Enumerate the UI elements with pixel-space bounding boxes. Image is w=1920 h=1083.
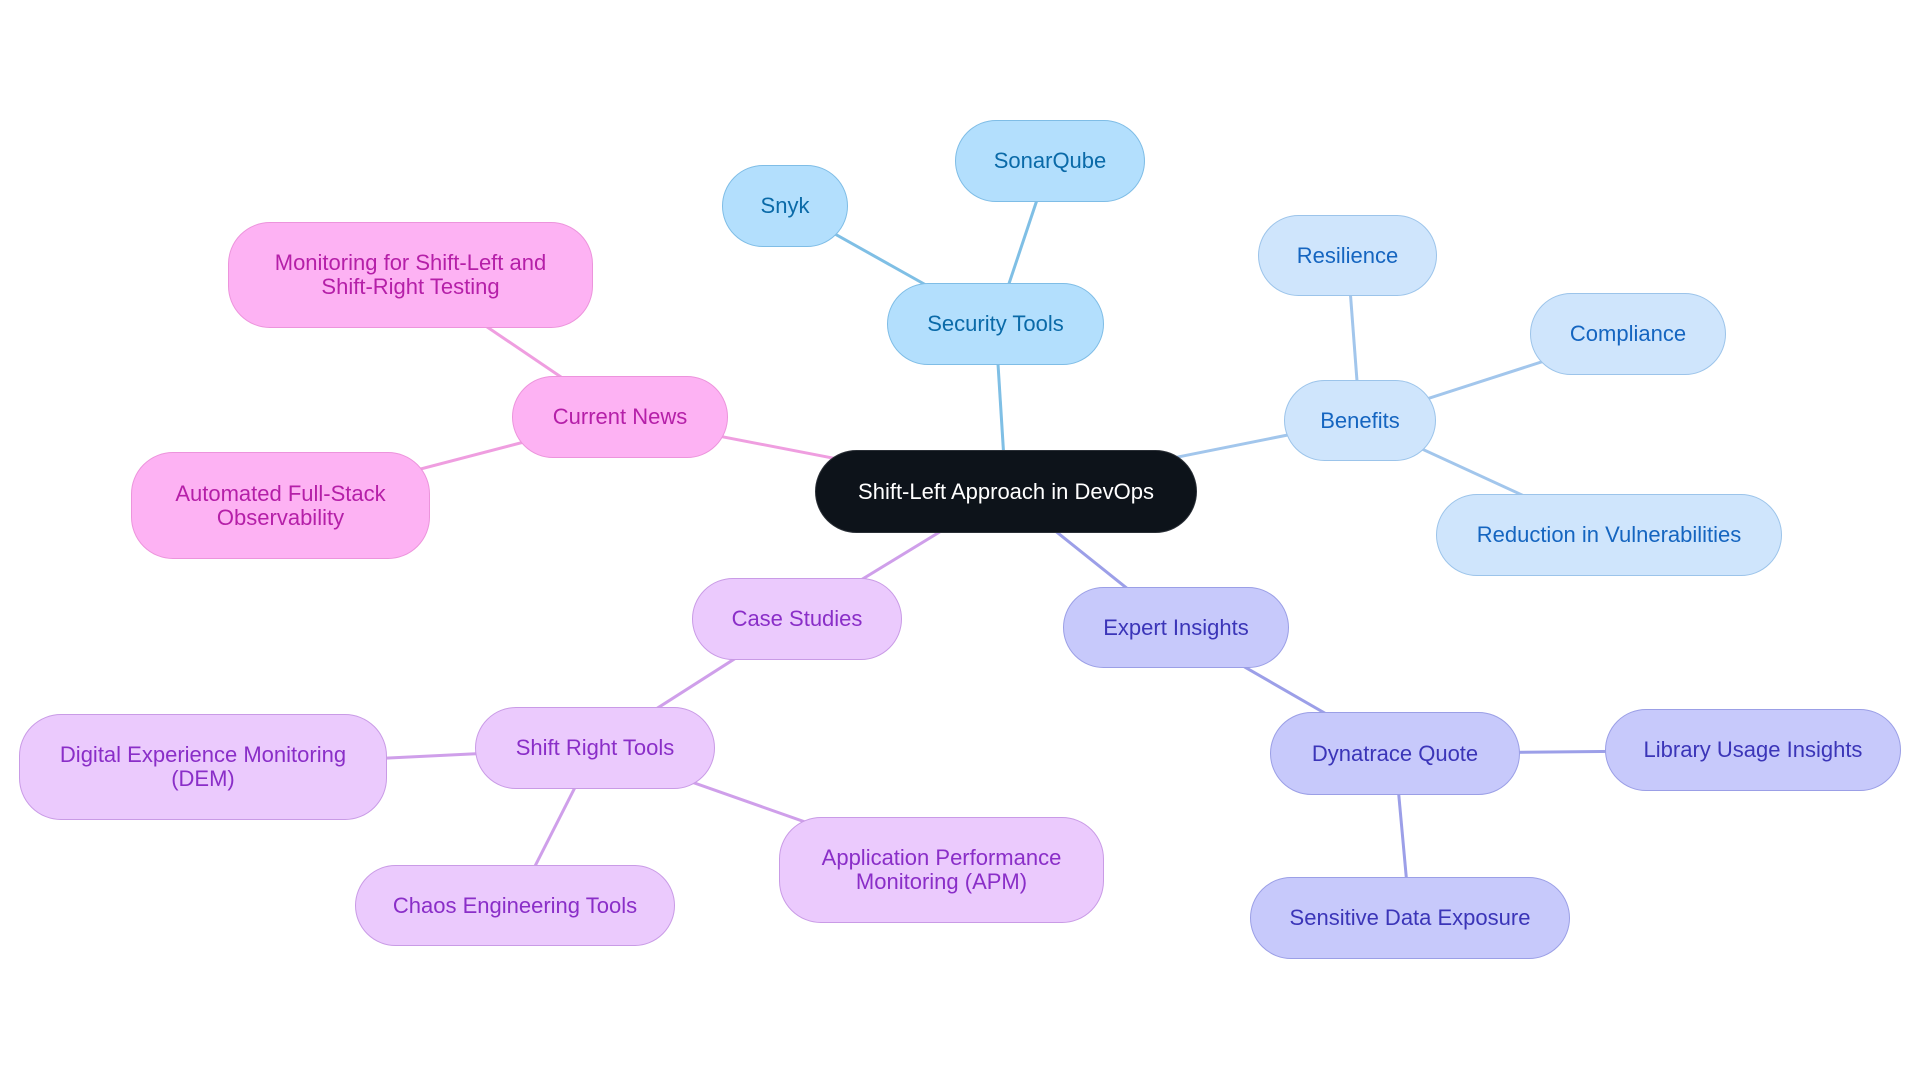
node-dynatrace-quote[interactable]: Dynatrace Quote bbox=[1270, 712, 1520, 795]
node-dem[interactable]: Digital Experience Monitoring (DEM) bbox=[19, 714, 387, 820]
node-apm[interactable]: Application Performance Monitoring (APM) bbox=[779, 817, 1104, 923]
node-reduction-in-vulnerabilities[interactable]: Reduction in Vulnerabilities bbox=[1436, 494, 1782, 576]
node-shift-right-tools[interactable]: Shift Right Tools bbox=[475, 707, 715, 789]
node-benefits[interactable]: Benefits bbox=[1284, 380, 1436, 461]
node-expert-insights[interactable]: Expert Insights bbox=[1063, 587, 1289, 668]
node-snyk[interactable]: Snyk bbox=[722, 165, 848, 247]
node-sonarqube[interactable]: SonarQube bbox=[955, 120, 1145, 202]
node-current-news[interactable]: Current News bbox=[512, 376, 728, 458]
node-automated-full-stack-observability[interactable]: Automated Full-Stack Observability bbox=[131, 452, 430, 559]
node-sensitive-data-exposure[interactable]: Sensitive Data Exposure bbox=[1250, 877, 1570, 959]
mindmap-canvas: Shift-Left Approach in DevOps Security T… bbox=[0, 0, 1920, 1083]
node-monitoring-shift-left-right[interactable]: Monitoring for Shift-Left and Shift-Righ… bbox=[228, 222, 593, 328]
node-resilience[interactable]: Resilience bbox=[1258, 215, 1437, 296]
node-chaos-engineering-tools[interactable]: Chaos Engineering Tools bbox=[355, 865, 675, 946]
node-library-usage-insights[interactable]: Library Usage Insights bbox=[1605, 709, 1901, 791]
node-root[interactable]: Shift-Left Approach in DevOps bbox=[815, 450, 1197, 533]
node-security-tools[interactable]: Security Tools bbox=[887, 283, 1104, 365]
node-case-studies[interactable]: Case Studies bbox=[692, 578, 902, 660]
node-compliance[interactable]: Compliance bbox=[1530, 293, 1726, 375]
